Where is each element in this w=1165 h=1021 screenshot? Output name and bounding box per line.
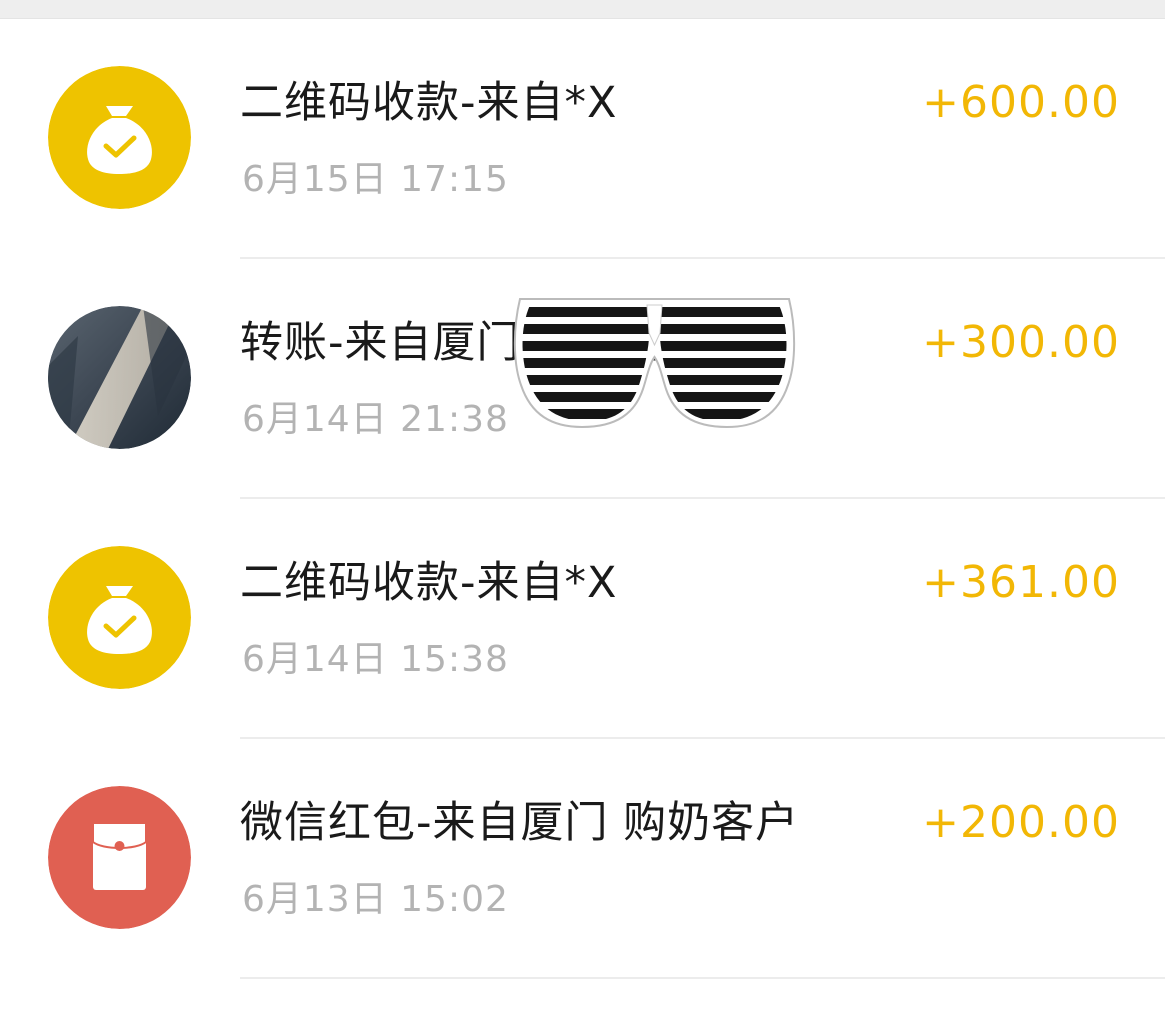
row-divider — [240, 977, 1165, 979]
transaction-row[interactable]: 二维码收款-来自*X 6月14日 15:38 +361.00 — [0, 499, 1165, 739]
header-strip — [0, 0, 1165, 19]
money-bag-check-icon — [48, 546, 191, 689]
transaction-row[interactable]: 微信红包-来自厦门 购奶客户 6月13日 15:02 +200.00 — [0, 739, 1165, 979]
money-bag-check-icon — [48, 66, 191, 209]
transaction-amount: +361.00 — [922, 557, 1120, 608]
transaction-time: 6月15日 17:15 — [242, 159, 509, 200]
transaction-amount: +300.00 — [922, 317, 1120, 368]
transaction-time: 6月14日 15:38 — [242, 639, 509, 680]
transaction-time: 6月14日 21:38 — [242, 399, 509, 440]
transaction-row[interactable]: 二维码收款-来自*X 6月15日 17:15 +600.00 — [0, 19, 1165, 259]
red-packet-icon — [48, 786, 191, 929]
transaction-amount: +600.00 — [922, 77, 1120, 128]
shutter-shades-sticker — [512, 293, 797, 429]
user-photo-avatar — [48, 306, 191, 449]
transaction-list: 二维码收款-来自*X 6月15日 17:15 +600.00 转账-来自厦门 购… — [0, 19, 1165, 979]
transaction-title: 二维码收款-来自*X — [240, 78, 618, 128]
transaction-title: 二维码收款-来自*X — [240, 558, 618, 608]
transaction-title: 微信红包-来自厦门 购奶客户 — [240, 798, 800, 848]
transaction-amount: +200.00 — [922, 797, 1120, 848]
transaction-time: 6月13日 15:02 — [242, 879, 509, 920]
